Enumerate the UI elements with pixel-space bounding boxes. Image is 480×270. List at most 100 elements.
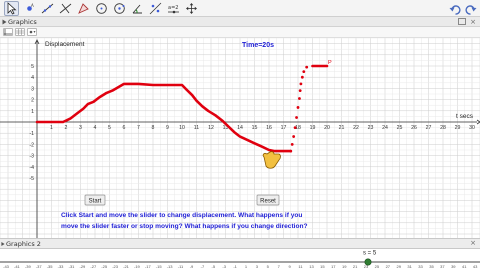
graphics-2-tick: -31 bbox=[69, 264, 76, 269]
y-tick-label: 1 bbox=[31, 109, 34, 115]
undo-icon[interactable] bbox=[448, 2, 461, 15]
x-tick-label: 30 bbox=[469, 125, 475, 131]
x-tick-label: 11 bbox=[194, 125, 199, 131]
graphics-panel-header: Graphics × bbox=[0, 17, 480, 27]
graphics-2-tick: -11 bbox=[178, 264, 184, 269]
tick-labels: 1 2 3 4 5 6 7 8 9 10 11 12 13 14 15 16 17 18 19 20 21 22 23 24 2… bbox=[29, 64, 475, 182]
graphics-2-tick: 43 bbox=[473, 264, 478, 269]
x-tick-label: 17 bbox=[281, 125, 287, 131]
point-icon[interactable]: A bbox=[22, 1, 37, 16]
curve-point bbox=[298, 97, 301, 100]
y-tick-label: 4 bbox=[31, 75, 34, 81]
x-tick-label: 15 bbox=[252, 125, 258, 131]
x-tick-label: 4 bbox=[94, 125, 97, 131]
svg-text:a=2: a=2 bbox=[168, 5, 178, 11]
graphics-2-tick: 21 bbox=[353, 264, 358, 269]
y-tick-label: -1 bbox=[29, 131, 34, 137]
x-axis-label: t secs bbox=[456, 113, 474, 120]
graphics-2-tick: -21 bbox=[123, 264, 130, 269]
graphics-2-tick: -7 bbox=[201, 264, 205, 269]
curve-point bbox=[305, 65, 309, 69]
reset-button[interactable]: Reset bbox=[256, 194, 280, 206]
x-tick-label: 6 bbox=[123, 125, 126, 131]
graphics-2-tick: -9 bbox=[190, 264, 194, 269]
graphics-2-tick: 15 bbox=[320, 264, 325, 269]
graphics-2-tick: -17 bbox=[145, 264, 152, 269]
graphics-2-tick: 5 bbox=[267, 264, 270, 269]
toolbar: A a=2 bbox=[0, 0, 480, 17]
graphics-2-tick: -39 bbox=[25, 264, 32, 269]
graphics-2-tick: 29 bbox=[396, 264, 401, 269]
graphics-2-tick: 27 bbox=[386, 264, 391, 269]
y-tick-label: -2 bbox=[29, 142, 34, 148]
graphics-2-tick: -37 bbox=[36, 264, 43, 269]
panel-title: Graphics bbox=[8, 18, 37, 26]
x-tick-label: 24 bbox=[382, 125, 388, 131]
start-button[interactable]: Start bbox=[84, 194, 106, 206]
x-tick-label: 8 bbox=[152, 125, 155, 131]
move-arrow-icon[interactable] bbox=[4, 1, 19, 16]
graphics-2-tick: 41 bbox=[462, 264, 467, 269]
x-tick-label: 19 bbox=[310, 125, 316, 131]
x-tick-label: 27 bbox=[426, 125, 432, 131]
y-tick-label: 5 bbox=[31, 64, 34, 70]
graphics-2-tick: -3 bbox=[222, 264, 226, 269]
graphics-2-tick: 13 bbox=[309, 264, 314, 269]
undock-icon[interactable] bbox=[458, 18, 466, 25]
graphics-2-tick: 35 bbox=[429, 264, 434, 269]
reflect-icon[interactable] bbox=[148, 1, 163, 16]
graphics-2-panel-header: Graphics 2 × bbox=[0, 238, 480, 249]
graphics-2-tick: 17 bbox=[331, 264, 336, 269]
axes-toggle-icon[interactable] bbox=[3, 28, 13, 36]
curve-point bbox=[296, 106, 300, 109]
style-bar bbox=[0, 27, 480, 38]
graphics-2-tick: -33 bbox=[58, 264, 65, 269]
close-icon[interactable]: × bbox=[470, 18, 476, 26]
panel-title-graphics-2: Graphics 2 bbox=[6, 240, 41, 248]
line-icon[interactable] bbox=[40, 1, 55, 16]
curve-point bbox=[293, 126, 297, 129]
x-tick-label: 20 bbox=[324, 125, 330, 131]
y-axis-label: Displacement bbox=[45, 41, 85, 48]
grid-toggle-icon[interactable] bbox=[15, 28, 25, 36]
point-capture-icon[interactable] bbox=[27, 28, 37, 36]
graphics-2-tick: 9 bbox=[288, 264, 291, 269]
collapse-triangle-icon[interactable] bbox=[1, 241, 5, 247]
y-tick-label: 3 bbox=[31, 86, 34, 92]
collapse-triangle-icon[interactable] bbox=[2, 19, 7, 25]
x-tick-label: 29 bbox=[455, 125, 461, 131]
circle-icon[interactable] bbox=[94, 1, 109, 16]
graphics-2-tick: -23 bbox=[112, 264, 119, 269]
x-tick-label: 1 bbox=[50, 125, 53, 131]
curve-point bbox=[302, 70, 306, 73]
curve-point bbox=[300, 75, 304, 79]
graphics-2-tick: 3 bbox=[256, 264, 259, 269]
start-button-label: Start bbox=[89, 198, 102, 204]
reset-button-label: Reset bbox=[260, 198, 276, 204]
time-readout: Time=20s bbox=[242, 42, 274, 49]
polygon-icon[interactable] bbox=[76, 1, 91, 16]
angle-icon[interactable] bbox=[130, 1, 145, 16]
curve-point bbox=[299, 82, 303, 86]
x-tick-label: 12 bbox=[208, 125, 214, 131]
graphics-2-tick: -19 bbox=[134, 264, 141, 269]
x-tick-label: 5 bbox=[108, 125, 111, 131]
graphics-2-tick: 25 bbox=[375, 264, 380, 269]
close-icon[interactable]: × bbox=[470, 239, 476, 247]
slider-icon[interactable]: a=2 bbox=[166, 1, 181, 16]
graphics-2-tick: -5 bbox=[212, 264, 216, 269]
move-view-icon[interactable] bbox=[184, 1, 199, 16]
graphics-2-view[interactable]: s = 5 -43 -41 -39 -37 -35 -33 -31 -29 -27 -25 -23-… bbox=[0, 249, 480, 270]
redo-icon[interactable] bbox=[463, 2, 477, 15]
graphics-2-tick: -13 bbox=[167, 264, 174, 269]
graphics-2-tick: -15 bbox=[156, 264, 163, 269]
slider-knob[interactable] bbox=[364, 258, 372, 266]
graphics-view[interactable]: 1 2 3 4 5 6 7 8 9 10 11 12 13 14 15 16 17 18 19 20 21 22 23 24 2… bbox=[0, 38, 480, 238]
instructions-line-1: Click Start and move the slider to chang… bbox=[61, 212, 302, 219]
circle-center-icon[interactable] bbox=[112, 1, 127, 16]
x-tick-label: 21 bbox=[339, 125, 345, 131]
graphics-2-tick: 33 bbox=[418, 264, 423, 269]
perpendicular-icon[interactable] bbox=[58, 1, 73, 16]
curve-point bbox=[292, 135, 296, 138]
x-tick-label: 26 bbox=[411, 125, 417, 131]
